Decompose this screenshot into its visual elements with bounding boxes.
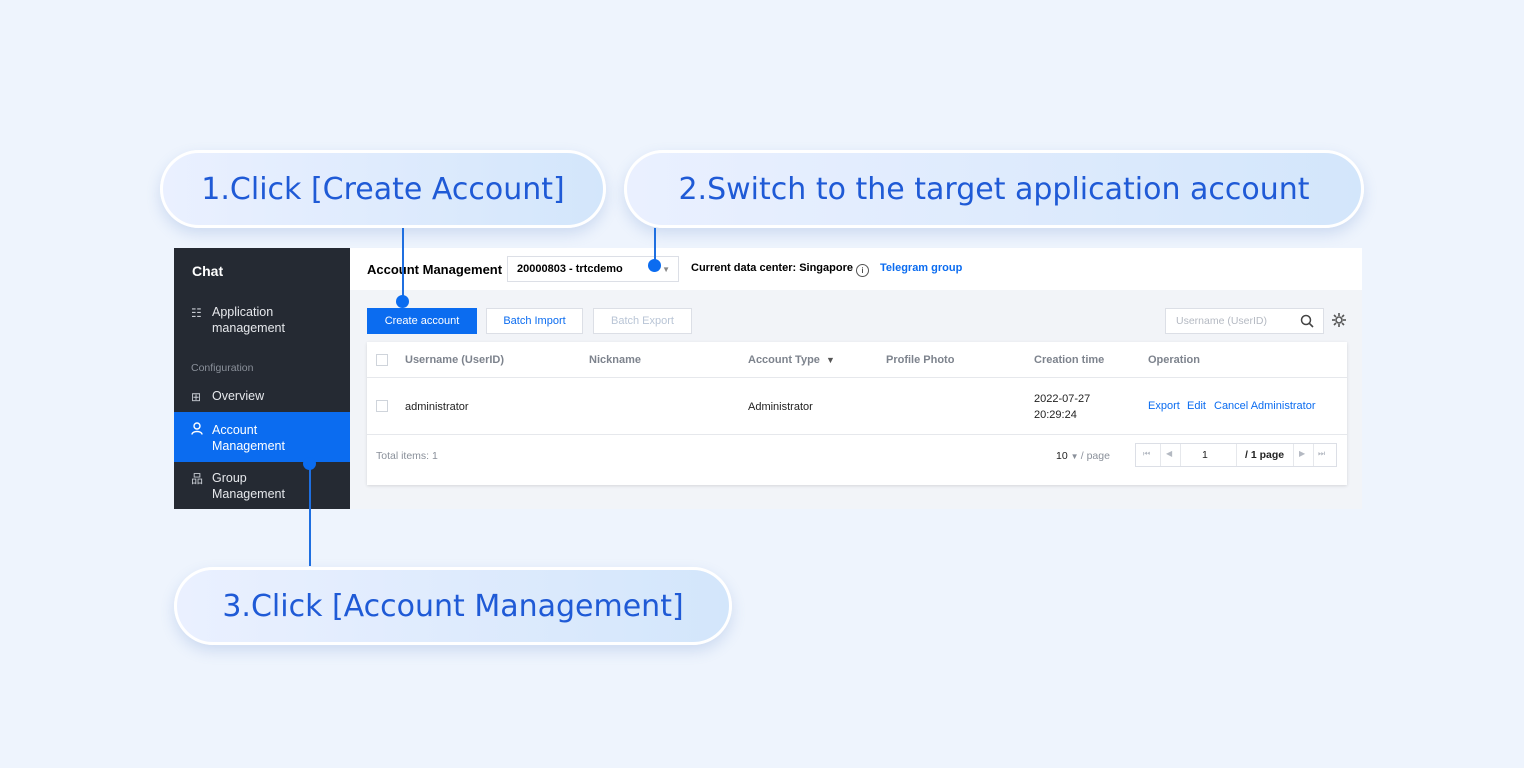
- telegram-group-link[interactable]: Telegram group: [880, 262, 962, 274]
- current-page-input[interactable]: 1: [1202, 449, 1208, 461]
- sidebar-item-label: Application: [212, 305, 274, 319]
- column-header-creation-time: Creation time: [1034, 354, 1105, 366]
- page-size-value: 10: [1056, 450, 1068, 462]
- sidebar-section-label: Configuration: [191, 362, 254, 374]
- callout-text: 1.Click [Create Account]: [201, 171, 565, 207]
- sidebar-item-label: management: [212, 321, 285, 335]
- total-items: Total items: 1: [376, 450, 438, 462]
- edit-link[interactable]: Edit: [1187, 400, 1206, 412]
- export-link[interactable]: Export: [1148, 400, 1180, 412]
- sliders-icon: ☷: [191, 306, 202, 320]
- application-select-value: 20000803 - trtcdemo: [517, 263, 623, 275]
- per-page-label: / page: [1080, 450, 1110, 462]
- column-header-label: Account Type: [748, 354, 820, 366]
- column-header-username: Username (UserID): [405, 354, 505, 366]
- cell-creation-time: 20:29:24: [1034, 409, 1077, 421]
- divider: [1160, 444, 1161, 466]
- divider: [1313, 444, 1314, 466]
- grid-icon: ⊞: [191, 390, 202, 404]
- divider: [1293, 444, 1294, 466]
- data-center-label: Current data center: Singapore i: [691, 262, 869, 277]
- sidebar-item-label: Management: [212, 487, 285, 501]
- sidebar: Chat ☷ Application management Configurat…: [174, 248, 350, 509]
- connector-line: [309, 463, 311, 566]
- next-page-icon[interactable]: ▶: [1299, 449, 1305, 458]
- data-center-text: Current data center: Singapore: [691, 262, 853, 274]
- create-account-button[interactable]: Create account: [367, 308, 477, 334]
- sidebar-item-account-management[interactable]: Account Management: [174, 412, 350, 462]
- connector-line: [402, 228, 404, 301]
- callout-text: 3.Click [Account Management]: [222, 588, 684, 624]
- select-all-checkbox[interactable]: [376, 354, 388, 366]
- column-header-nickname: Nickname: [589, 354, 641, 366]
- column-header-operation: Operation: [1148, 354, 1200, 366]
- connector-dot: [303, 457, 316, 470]
- sidebar-title: Chat: [192, 263, 224, 279]
- connector-dot: [648, 259, 661, 272]
- divider: [367, 434, 1347, 435]
- sidebar-item-label: Management: [212, 439, 285, 453]
- page-title: Account Management: [367, 262, 503, 277]
- group-icon: 品: [191, 472, 204, 486]
- callout-text: 2.Switch to the target application accou…: [678, 171, 1310, 207]
- filter-icon[interactable]: ▼: [826, 355, 835, 365]
- cell-username: administrator: [405, 401, 469, 413]
- sidebar-item-label: Group: [212, 471, 247, 485]
- caret-down-icon: ▼: [1070, 452, 1081, 461]
- callout-account-management: 3.Click [Account Management]: [174, 567, 732, 645]
- connector-line: [654, 228, 656, 263]
- caret-down-icon: ▼: [662, 265, 670, 274]
- sidebar-item-label: Overview: [212, 389, 265, 403]
- cancel-administrator-link[interactable]: Cancel Administrator: [1214, 400, 1316, 412]
- sidebar-item-application-management[interactable]: ☷ Application management: [174, 304, 350, 336]
- first-page-icon[interactable]: ⏮: [1143, 449, 1150, 459]
- last-page-icon[interactable]: ⏭: [1318, 449, 1325, 459]
- batch-import-button[interactable]: Batch Import: [486, 308, 583, 334]
- gear-icon[interactable]: [1331, 312, 1347, 328]
- divider: [367, 377, 1347, 378]
- cell-account-type: Administrator: [748, 401, 813, 413]
- sidebar-item-group-management[interactable]: 品 Group Management: [174, 470, 350, 502]
- callout-create-account: 1.Click [Create Account]: [160, 150, 606, 228]
- page-count: / 1 page: [1245, 449, 1285, 461]
- search-box: [1165, 308, 1324, 334]
- divider: [1236, 444, 1237, 466]
- sidebar-item-overview[interactable]: ⊞ Overview: [174, 388, 350, 404]
- column-header-profile-photo: Profile Photo: [886, 354, 955, 366]
- divider: [1180, 444, 1181, 466]
- info-icon[interactable]: i: [855, 264, 869, 277]
- row-checkbox[interactable]: [376, 400, 388, 412]
- cell-creation-date: 2022-07-27: [1034, 393, 1091, 405]
- sidebar-item-label: Account: [212, 423, 258, 437]
- batch-export-button: Batch Export: [593, 308, 692, 334]
- top-bar: Account Management 20000803 - trtcdemo ▼…: [350, 248, 1362, 290]
- accounts-table: Username (UserID) Nickname Account Type …: [367, 342, 1347, 485]
- search-icon[interactable]: [1299, 313, 1315, 329]
- column-header-account-type[interactable]: Account Type ▼: [748, 354, 835, 366]
- user-icon: [191, 422, 203, 439]
- main-panel: Account Management 20000803 - trtcdemo ▼…: [350, 248, 1362, 509]
- prev-page-icon[interactable]: ◀: [1166, 449, 1172, 458]
- pagination: ⏮ ◀ 1 / 1 page ▶ ⏭: [1135, 443, 1337, 467]
- callout-switch-application: 2.Switch to the target application accou…: [624, 150, 1364, 228]
- connector-dot: [396, 295, 409, 308]
- search-input[interactable]: [1176, 315, 1296, 327]
- page-size-select[interactable]: 10 ▼ / page: [1056, 450, 1110, 462]
